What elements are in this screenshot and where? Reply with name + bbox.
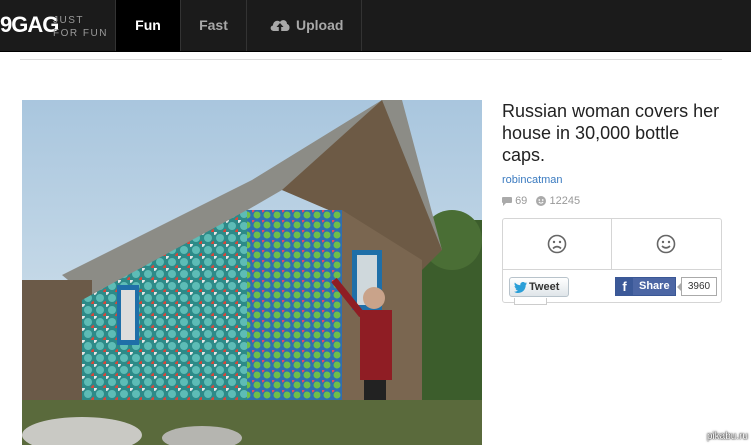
post-stats: 69 12245	[502, 194, 580, 208]
tweet-label: Tweet	[529, 281, 560, 293]
tab-upload[interactable]: Upload	[247, 0, 361, 51]
tab-fast[interactable]: Fast	[181, 0, 246, 51]
tweet-button[interactable]: Tweet	[509, 277, 569, 297]
top-nav-bar: 9GAG JUST FOR FUN Fun Fast Upload	[0, 0, 751, 52]
tweet-count-tab	[514, 298, 547, 305]
points-count: 12245	[549, 195, 581, 208]
comment-icon	[502, 196, 512, 206]
smile-icon	[656, 234, 676, 254]
facebook-share-label: Share	[639, 280, 670, 292]
comment-count[interactable]: 69	[515, 195, 527, 207]
frown-icon	[547, 234, 567, 254]
tab-upload-label: Upload	[296, 17, 344, 33]
twitter-bird-icon	[514, 282, 527, 293]
vote-share-box: Tweet f Share 3960	[502, 218, 722, 305]
tagline-line-1: JUST	[53, 15, 84, 26]
tagline-line-2: FOR FUN	[53, 28, 108, 39]
share-divider	[503, 269, 721, 270]
nav-divider	[361, 0, 362, 51]
points-smile-icon	[536, 196, 547, 207]
post-photo-illustration	[22, 100, 482, 445]
tab-fun[interactable]: Fun	[116, 0, 180, 51]
post-image[interactable]	[22, 100, 482, 445]
post-author-link[interactable]: robincatman	[502, 174, 563, 186]
content-divider	[20, 59, 722, 60]
facebook-share-button[interactable]: f Share	[615, 277, 676, 296]
downvote-button[interactable]	[503, 219, 611, 269]
site-tagline: JUST FOR FUN	[53, 14, 108, 40]
site-logo[interactable]: 9GAG	[0, 12, 59, 38]
watermark: pikabu.ru	[706, 431, 748, 442]
cloud-upload-icon	[270, 20, 290, 31]
post-title[interactable]: Russian woman covers her house in 30,000…	[502, 100, 727, 166]
facebook-icon: f	[616, 278, 633, 295]
upvote-button[interactable]	[612, 219, 720, 269]
facebook-share-count: 3960	[677, 277, 717, 296]
